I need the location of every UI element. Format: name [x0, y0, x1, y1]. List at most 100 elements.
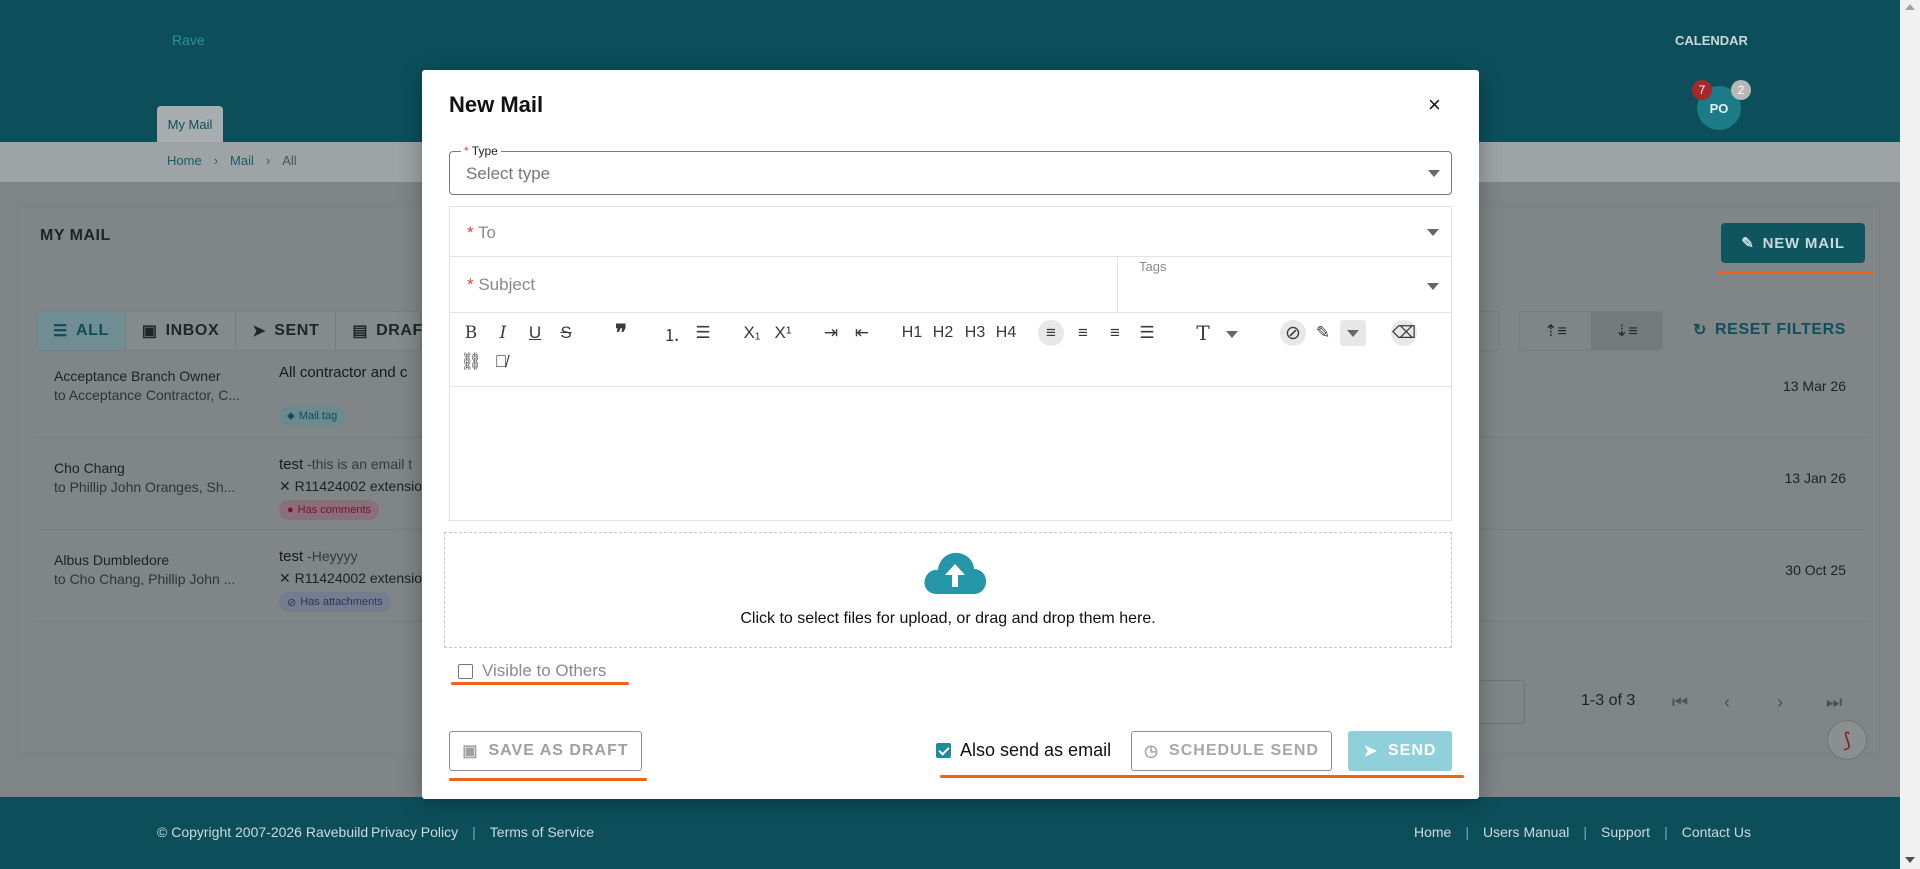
mail-body-editor[interactable] — [450, 387, 1451, 520]
required-marker: * — [467, 275, 479, 294]
superscript-icon[interactable]: X¹ — [770, 320, 796, 346]
justify-icon[interactable]: ☰ — [1134, 320, 1160, 346]
underline-icon[interactable]: U — [522, 320, 548, 346]
next-page-icon[interactable]: › — [1777, 692, 1783, 713]
notification-count-badge[interactable]: 7 — [1692, 80, 1712, 100]
mail-subject-text: test — [279, 456, 304, 473]
also-send-as-email-checkbox[interactable]: Also send as email — [936, 740, 1111, 761]
footer-home-link[interactable]: Home — [1414, 824, 1451, 840]
previous-page-icon[interactable]: ‹ — [1724, 692, 1730, 713]
sort-descending-icon[interactable]: ⇣≡ — [1591, 312, 1662, 350]
link-icon[interactable]: ⛓ — [458, 349, 484, 375]
sort-ascending-icon[interactable]: ⇡≡ — [1520, 312, 1591, 350]
mail-reference: ✕ R11424002 extensio — [279, 570, 422, 587]
floppy-disk-icon: ▣ — [462, 743, 479, 760]
visible-to-others-checkbox[interactable]: Visible to Others — [458, 661, 606, 681]
first-page-icon[interactable]: ⏮ — [1672, 692, 1688, 713]
unlink-icon[interactable]: ⛓̸ — [488, 349, 514, 375]
pagination-range: 1-3 of 3 — [1581, 692, 1636, 709]
brand-logo[interactable]: Rave — [172, 32, 205, 48]
reset-filters-button[interactable]: ↻ RESET FILTERS — [1693, 320, 1846, 340]
mail-recipients: to Cho Chang, Phillip John ... — [54, 571, 236, 587]
contact-us-link[interactable]: Contact Us — [1682, 824, 1751, 840]
align-center-icon[interactable]: ≡ — [1070, 320, 1096, 346]
new-mail-button[interactable]: ✎ NEW MAIL — [1721, 223, 1865, 263]
ordered-list-icon[interactable]: ⒈ — [659, 320, 685, 346]
type-select[interactable]: * Type Select type — [449, 144, 1452, 195]
heading-3-button[interactable]: H3 — [962, 320, 988, 346]
filter-sent-button[interactable]: ➤ SENT — [236, 312, 337, 350]
checkbox-unchecked-icon[interactable] — [458, 663, 473, 679]
indent-icon[interactable]: ⇥ — [818, 320, 844, 346]
eraser-icon[interactable]: ⌫ — [1391, 320, 1417, 346]
schedule-send-button[interactable]: ◷ SCHEDULE SEND — [1131, 731, 1332, 771]
strikethrough-icon[interactable]: S — [553, 320, 579, 346]
checkbox-checked-icon[interactable] — [936, 743, 951, 758]
mail-subject-text: test — [279, 548, 304, 565]
highlight-color-dropdown[interactable] — [1340, 320, 1366, 346]
page-scrollbar[interactable] — [1900, 0, 1920, 869]
last-page-icon[interactable]: ⏭ — [1826, 692, 1842, 713]
send-label: SEND — [1387, 742, 1437, 759]
chevron-down-icon[interactable] — [1427, 229, 1439, 236]
chevron-down-icon — [1347, 329, 1359, 337]
chevron-down-icon[interactable] — [1427, 283, 1439, 290]
filter-draft-button[interactable]: ▤ DRAF — [336, 312, 422, 350]
to-placeholder: * To — [467, 223, 496, 243]
file-icon: ▤ — [352, 323, 369, 340]
has-attachments-badge: ⊘ Has attachments — [279, 592, 391, 612]
scroll-down-icon[interactable] — [1905, 857, 1915, 863]
highlighter-icon[interactable]: ✎ — [1310, 320, 1336, 346]
mail-filter-group: ☰ ALL ▣ INBOX ➤ SENT ▤ DRAF — [36, 311, 422, 351]
align-left-icon[interactable]: ≡ — [1038, 320, 1064, 346]
font-size-icon[interactable]: T — [1190, 320, 1216, 346]
mail-subject: test -this is an email t — [279, 456, 412, 473]
mail-subject: All contractor and c — [279, 364, 407, 381]
copyright-text: © Copyright 2007-2026 Ravebuild — [157, 824, 369, 840]
breadcrumb-mail[interactable]: Mail — [230, 153, 254, 168]
send-button[interactable]: ➤ SEND — [1348, 731, 1452, 771]
calendar-nav-link[interactable]: CALENDAR — [1675, 33, 1748, 48]
align-right-icon[interactable]: ≡ — [1102, 320, 1128, 346]
scroll-up-icon[interactable] — [1905, 4, 1915, 10]
tag-icon: ⬥ — [287, 409, 295, 422]
message-count-badge[interactable]: 2 — [1731, 80, 1751, 100]
filter-all-button[interactable]: ☰ ALL — [37, 312, 126, 350]
subscript-icon[interactable]: X₁ — [739, 320, 765, 346]
save-as-draft-button[interactable]: ▣ SAVE AS DRAFT — [449, 731, 642, 771]
heading-4-button[interactable]: H4 — [993, 320, 1019, 346]
dialog-title: New Mail — [449, 92, 544, 117]
blockquote-icon[interactable]: ❞ — [608, 320, 634, 346]
file-upload-dropzone[interactable]: Click to select files for upload, or dra… — [444, 532, 1452, 648]
pdf-icon[interactable]: ⟆ — [1827, 720, 1867, 760]
chevron-down-icon[interactable] — [1226, 331, 1238, 338]
mail-reference-text: R11424002 extensio — [294, 570, 423, 586]
heading-1-button[interactable]: H1 — [899, 320, 925, 346]
heading-2-button[interactable]: H2 — [930, 320, 956, 346]
users-manual-link[interactable]: Users Manual — [1483, 824, 1569, 840]
breadcrumb-home[interactable]: Home — [167, 153, 202, 168]
new-mail-label: NEW MAIL — [1762, 234, 1845, 252]
clear-color-icon[interactable]: ⊘ — [1280, 320, 1306, 346]
tab-my-mail[interactable]: My Mail — [157, 106, 223, 142]
to-field[interactable]: * To — [450, 207, 1451, 257]
outdent-icon[interactable]: ⇤ — [849, 320, 875, 346]
italic-icon[interactable]: I — [490, 320, 516, 346]
subject-field[interactable]: * Subject — [467, 275, 535, 295]
refresh-icon: ↻ — [1693, 322, 1708, 339]
type-label-text: Type — [471, 144, 498, 158]
privacy-policy-link[interactable]: Privacy Policy — [371, 824, 458, 840]
bullet-list-icon[interactable]: ☰ — [690, 320, 716, 346]
tags-field[interactable]: Tags — [1139, 259, 1166, 274]
support-link[interactable]: Support — [1601, 824, 1650, 840]
close-icon[interactable]: × — [1428, 92, 1441, 118]
mail-date: 30 Oct 25 — [1785, 562, 1846, 578]
mail-composer: * To * Subject Tags B I U S ❞ ⒈ ☰ X₁ X¹ … — [449, 206, 1452, 521]
chevron-down-icon[interactable] — [1428, 170, 1440, 177]
terms-of-service-link[interactable]: Terms of Service — [490, 824, 594, 840]
bold-icon[interactable]: B — [458, 320, 484, 346]
type-field-label: * Type — [461, 144, 501, 158]
type-placeholder: Select type — [466, 164, 551, 183]
mail-preview: -this is an email t — [303, 456, 413, 472]
filter-inbox-button[interactable]: ▣ INBOX — [126, 312, 237, 350]
